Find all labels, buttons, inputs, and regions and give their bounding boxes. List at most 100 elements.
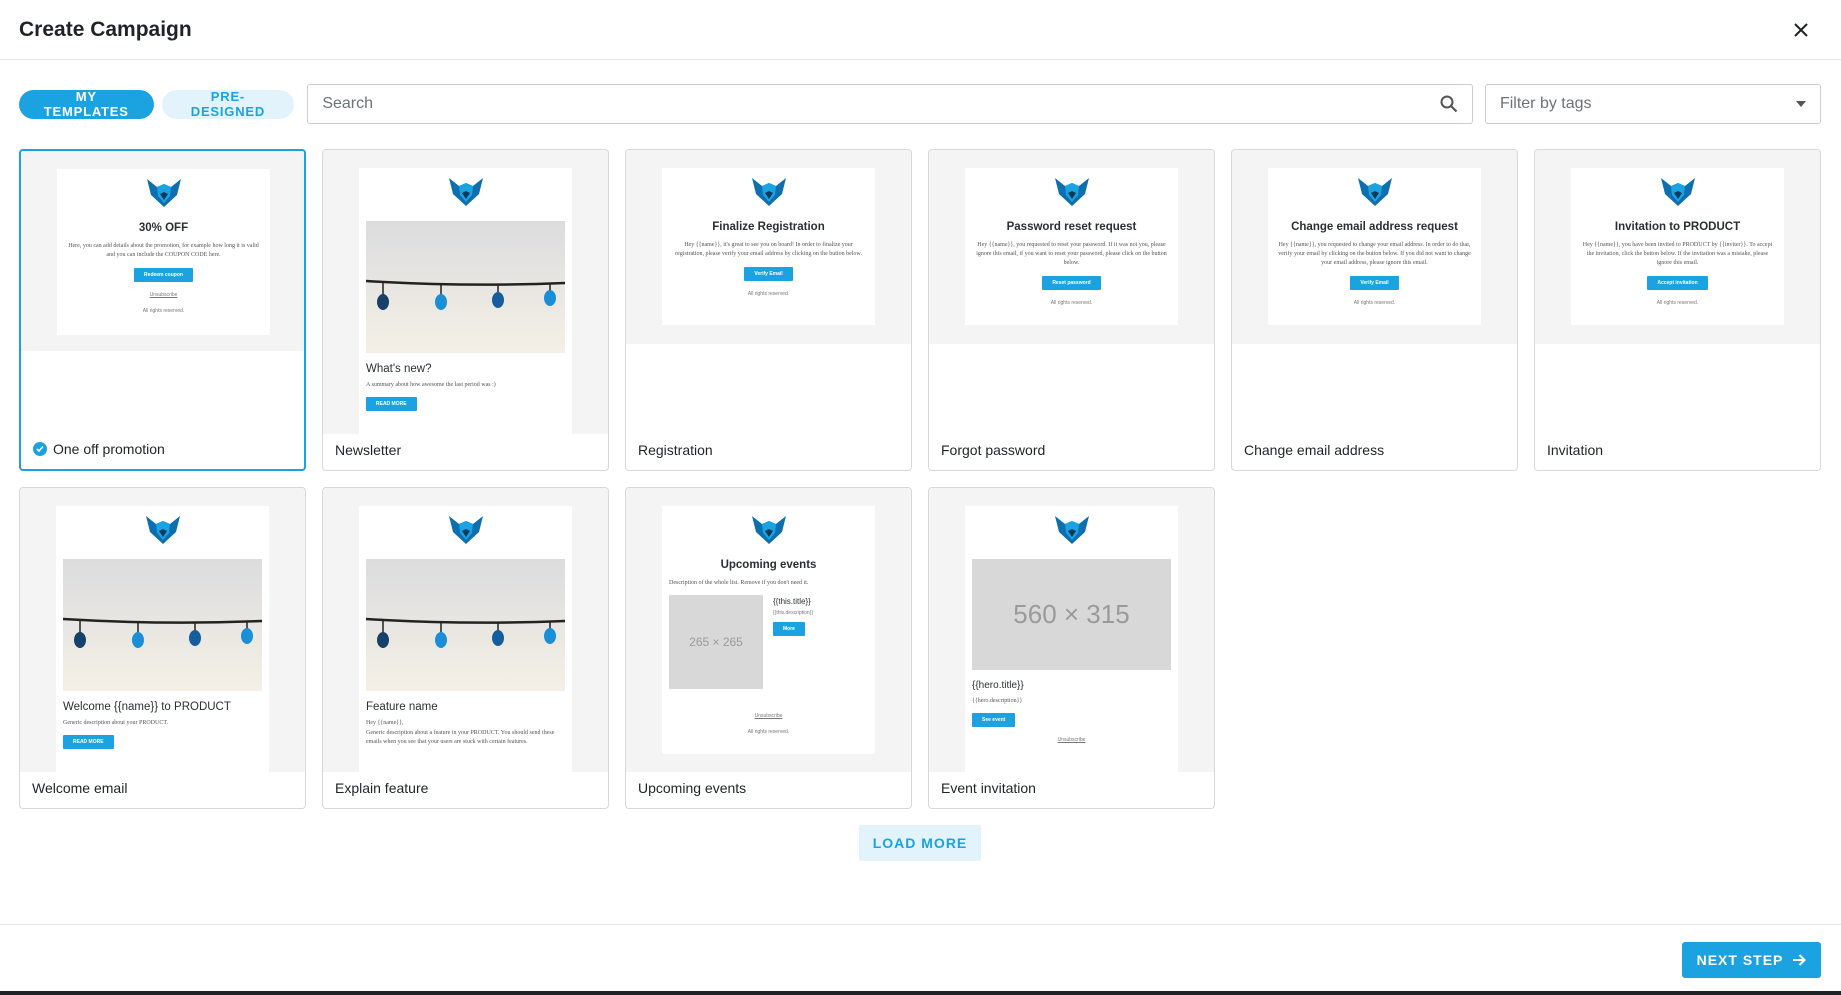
next-step-button[interactable]: NEXT STEP (1682, 942, 1821, 978)
fox-logo-icon (751, 516, 786, 544)
preview-footer: All rights reserved. (1656, 300, 1699, 306)
tag-filter-placeholder: Filter by tags (1499, 95, 1592, 112)
template-card-welcome-email[interactable]: Welcome {{name}} to PRODUCT Generic desc… (19, 487, 306, 809)
preview-body: Hey {{name}}, it's great to see you on b… (675, 242, 862, 257)
preview-unsubscribe: Unsubscribe (149, 292, 178, 298)
template-card-invitation[interactable]: Invitation to PRODUCT Hey {{name}}, you … (1534, 149, 1821, 471)
light-bulbs-image (366, 221, 565, 353)
tab-pre-designed[interactable]: PRE-DESIGNED (161, 89, 295, 119)
preview-title: Upcoming events (720, 559, 817, 571)
preview-button: Verify Email (1350, 276, 1399, 290)
search-input[interactable] (322, 95, 1440, 113)
preview-title: Change email address request (1291, 221, 1458, 233)
template-label: Registration (638, 442, 713, 458)
close-button[interactable] (1785, 14, 1817, 46)
template-card-change-email-address[interactable]: Change email address request Hey {{name}… (1231, 149, 1518, 471)
preview-button: READ MORE (366, 397, 417, 411)
preview-body-2: Generic description about a feature in y… (366, 730, 555, 745)
preview-body: Generic description about your PRODUCT. (63, 720, 169, 726)
fox-logo-icon (1660, 178, 1695, 206)
template-grid: 30% OFF Here, you can add details about … (19, 149, 1823, 809)
template-label: Explain feature (335, 780, 428, 796)
tab-my-templates[interactable]: MY TEMPLATES (19, 89, 154, 119)
preview-title: What's new? (366, 363, 432, 375)
hero-image-placeholder: 560 × 315 (972, 559, 1171, 670)
template-preview: Password reset request Hey {{name}}, you… (965, 168, 1178, 325)
template-preview: 30% OFF Here, you can add details about … (57, 169, 270, 335)
dialog-header: Create Campaign (0, 0, 1841, 60)
fox-logo-icon (448, 178, 483, 206)
search-icon[interactable] (1440, 95, 1458, 113)
chevron-down-icon (1796, 101, 1806, 107)
preview-body: Description of the whole list. Remove if… (669, 580, 809, 586)
create-campaign-dialog: Create Campaign MY TEMPLATES PRE-DESIGNE… (0, 0, 1841, 995)
window-bottom-edge (0, 991, 1841, 995)
template-label: One off promotion (33, 441, 165, 457)
template-card-one-off-promotion[interactable]: 30% OFF Here, you can add details about … (19, 149, 306, 471)
template-label: Forgot password (941, 442, 1045, 458)
template-preview: Upcoming events Description of the whole… (662, 506, 875, 754)
preview-footer: All rights reserved. (1353, 300, 1396, 306)
next-step-label: NEXT STEP (1696, 952, 1784, 968)
preview-title: Invitation to PRODUCT (1614, 221, 1741, 233)
event-list-item: 265 × 265 {{this.title}} {{this.descript… (669, 595, 868, 689)
preview-footer: All rights reserved. (142, 308, 185, 314)
preview-button: Verify Email (744, 267, 793, 281)
preview-button: Redeem coupon (134, 268, 193, 282)
close-icon (1794, 22, 1808, 37)
fox-logo-icon (1054, 516, 1089, 544)
fox-logo-icon (145, 516, 180, 544)
template-card-newsletter[interactable]: What's new? A summary about how awesome … (322, 149, 609, 471)
template-name: Newsletter (335, 442, 402, 458)
template-label: Upcoming events (638, 780, 746, 796)
template-card-upcoming-events[interactable]: Upcoming events Description of the whole… (625, 487, 912, 809)
preview-body: Hey {{name}}, you requested to reset you… (976, 242, 1167, 266)
template-label: Invitation (1547, 442, 1603, 458)
image-placeholder: 265 × 265 (669, 595, 763, 689)
template-label: Change email address (1244, 442, 1384, 458)
preview-body: Here, you can add details about the prom… (68, 243, 259, 258)
template-name: Registration (638, 442, 713, 458)
preview-body: Hey {{name}}, you have been invited to P… (1582, 242, 1773, 266)
preview-button: More (773, 622, 805, 636)
preview-body: Hey {{name}}, you requested to change yo… (1278, 242, 1471, 266)
template-preview: What's new? A summary about how awesome … (359, 168, 572, 434)
event-description: {{this.description}} (773, 610, 814, 616)
template-name: Welcome email (32, 780, 128, 796)
template-name: Forgot password (941, 442, 1046, 458)
fox-logo-icon (1054, 178, 1089, 206)
template-preview: Feature name Hey {{name}}, Generic descr… (359, 506, 572, 772)
preview-title: Finalize Registration (712, 221, 825, 233)
preview-title: Welcome {{name}} to PRODUCT (63, 701, 231, 713)
preview-unsubscribe: Unsubscribe (1057, 737, 1086, 743)
template-card-event-invitation[interactable]: 560 × 315 {{hero.title}} {{hero.descript… (928, 487, 1215, 809)
check-circle-icon (33, 442, 47, 456)
fox-logo-icon (448, 516, 483, 544)
fox-logo-icon (146, 179, 181, 207)
template-controls: MY TEMPLATES PRE-DESIGNED Filter by tags (19, 84, 1821, 124)
template-card-forgot-password[interactable]: Password reset request Hey {{name}}, you… (928, 149, 1215, 471)
light-bulbs-image (63, 559, 262, 691)
preview-title: Feature name (366, 701, 438, 713)
dialog-title: Create Campaign (19, 17, 192, 41)
template-preview: Finalize Registration Hey {{name}}, it's… (662, 168, 875, 325)
preview-title: {{hero.title}} (972, 680, 1024, 691)
preview-body: A summary about how awesome the last per… (366, 382, 496, 388)
template-name: Explain feature (335, 780, 429, 796)
preview-footer: All rights reserved. (747, 291, 790, 297)
load-more-button[interactable]: LOAD MORE (859, 825, 981, 861)
fox-logo-icon (751, 178, 786, 206)
template-card-registration[interactable]: Finalize Registration Hey {{name}}, it's… (625, 149, 912, 471)
template-preview: Change email address request Hey {{name}… (1268, 168, 1481, 325)
arrow-right-icon (1793, 954, 1807, 966)
event-title: {{this.title}} (773, 597, 811, 606)
template-label: Newsletter (335, 442, 401, 458)
event-details: {{this.title}} {{this.description}} More (773, 595, 813, 689)
template-name: Upcoming events (638, 780, 747, 796)
template-preview: Invitation to PRODUCT Hey {{name}}, you … (1571, 168, 1784, 325)
tag-filter-select[interactable]: Filter by tags (1484, 84, 1821, 124)
template-name: Change email address (1244, 442, 1385, 458)
template-label: Event invitation (941, 780, 1036, 796)
template-card-explain-feature[interactable]: Feature name Hey {{name}}, Generic descr… (322, 487, 609, 809)
preview-title: Password reset request (1006, 221, 1137, 233)
